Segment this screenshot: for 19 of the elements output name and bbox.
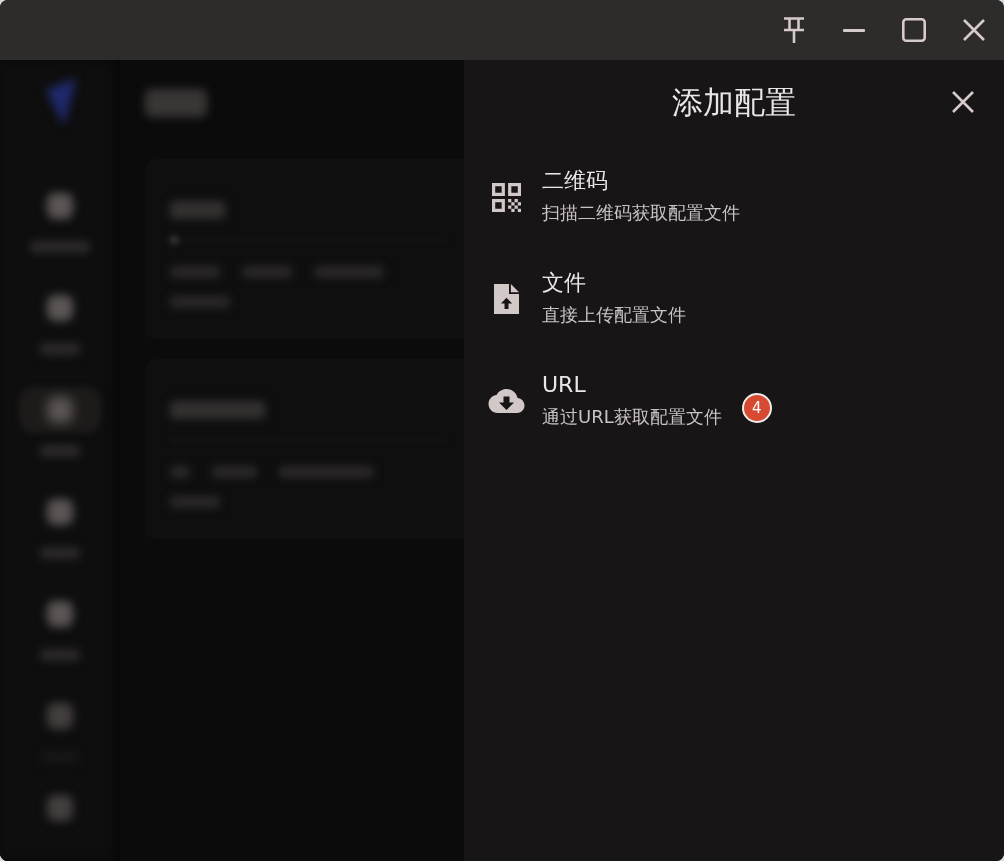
option-title: URL <box>542 371 586 399</box>
close-icon <box>952 91 974 113</box>
qr-code-icon <box>491 182 521 212</box>
option-description: 扫描二维码获取配置文件 <box>542 201 740 225</box>
option-title: 文件 <box>542 269 586 297</box>
count-badge: 4 <box>741 393 772 423</box>
file-upload-icon <box>493 284 519 314</box>
option-item[interactable]: URL 通过URL获取配置文件 4 <box>464 348 1004 450</box>
cloud-download-icon <box>487 389 525 413</box>
pin-icon <box>783 17 805 43</box>
option-item[interactable]: 二维码 扫描二维码获取配置文件 <box>464 144 1004 246</box>
minimize-icon <box>843 28 865 32</box>
option-title: 二维码 <box>542 167 608 195</box>
maximize-icon <box>902 18 926 42</box>
drawer-title: 添加配置 <box>672 83 796 122</box>
option-description: 通过URL获取配置文件 <box>542 405 722 429</box>
option-item[interactable]: 文件 直接上传配置文件 <box>464 246 1004 348</box>
option-description: 直接上传配置文件 <box>542 303 686 327</box>
close-icon <box>963 19 985 41</box>
